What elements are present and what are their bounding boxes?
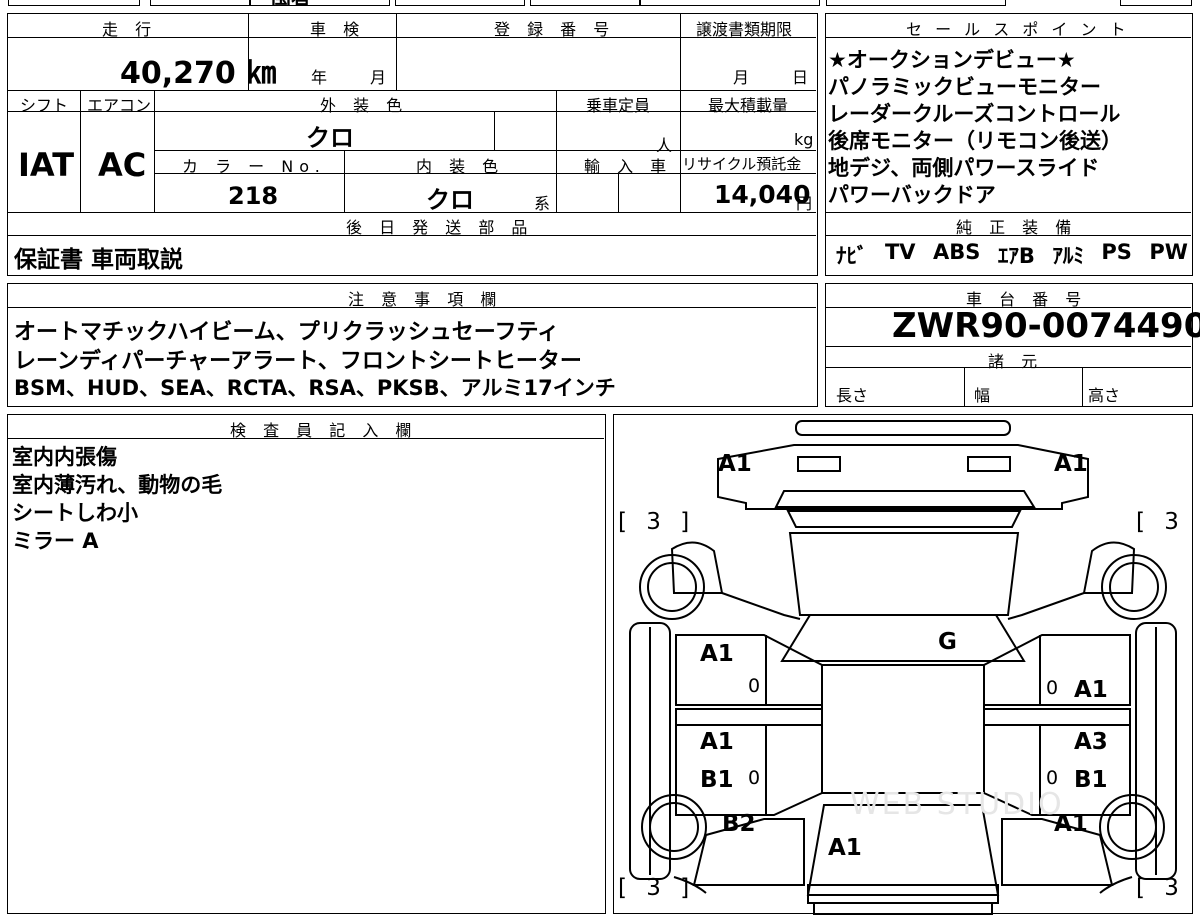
diag-front-right: A1 bbox=[1054, 451, 1088, 477]
spec-height: 高さ bbox=[1088, 386, 1121, 405]
equipment-item: TV bbox=[884, 240, 916, 264]
diag-right-rear-door-2: B1 bbox=[1074, 767, 1108, 793]
notes-box: 注 意 事 項 欄 オートマチックハイビーム、プリクラッシュセーフティ レーンデ… bbox=[7, 283, 818, 407]
diag-left-front-door: A1 bbox=[700, 641, 734, 667]
spec-length: 長さ bbox=[836, 386, 869, 405]
equipment-item: PW bbox=[1149, 240, 1188, 264]
capacity-header: 乗車定員 bbox=[586, 96, 651, 115]
diag-tire-fr: [ 3 ] bbox=[1136, 509, 1200, 535]
sales-points-header: セ ー ル ス ポ イ ン ト bbox=[906, 20, 1130, 39]
diag-right-rear-door-1: A3 bbox=[1074, 729, 1108, 755]
deferred-parts-value: 保証書 車両取説 bbox=[14, 247, 184, 273]
sales-point-line: レーダークルーズコントロール bbox=[828, 102, 1121, 126]
diag-tire-fl: [ 3 ] bbox=[618, 509, 696, 535]
inspector-line: 室内薄汚れ、動物の毛 bbox=[12, 473, 223, 497]
diag-tire-rr: [ 3 ] bbox=[1136, 875, 1200, 901]
color-no-value: 218 bbox=[228, 182, 279, 210]
shaken-month: 月 bbox=[370, 68, 387, 87]
chassis-no-value: ZWR90-0074490 bbox=[892, 306, 1200, 346]
shift-value: IAT bbox=[18, 146, 75, 184]
watermark: WEB STUDIO bbox=[850, 787, 1064, 822]
sales-point-line: パノラミックビューモニター bbox=[828, 75, 1101, 99]
diag-roof-rear: A1 bbox=[828, 835, 862, 861]
note-line: レーンディパーチャーアラート、フロントシートヒーター bbox=[14, 349, 582, 374]
notes-header: 注 意 事 項 欄 bbox=[348, 290, 503, 309]
aircon-value: AC bbox=[98, 146, 147, 184]
sales-point-line: パワーバックドア bbox=[828, 183, 996, 207]
int-color-suffix: 系 bbox=[534, 194, 551, 213]
int-color-value: クロ bbox=[426, 186, 474, 214]
ext-color-header: 外 装 色 bbox=[320, 96, 409, 115]
import-header: 輸 入 車 bbox=[584, 157, 673, 176]
equipment-item: PS bbox=[1101, 240, 1132, 264]
shaken-year: 年 bbox=[311, 68, 328, 87]
recycle-unit: 円 bbox=[796, 194, 813, 213]
sales-point-line: ★オークションデビュー★ bbox=[828, 48, 1076, 72]
diag-right-front-door: A1 bbox=[1074, 677, 1108, 703]
standard-equipment-header: 純 正 装 備 bbox=[956, 218, 1078, 237]
inspector-header: 検 査 員 記 入 欄 bbox=[230, 421, 418, 440]
equipment-item: ｱﾙﾐ bbox=[1052, 244, 1084, 268]
deferred-parts-header: 後 日 発 送 部 品 bbox=[346, 218, 534, 237]
equipment-item: ﾅﾋﾞ bbox=[836, 244, 868, 268]
diag-right-rear-door-zero: 0 bbox=[1046, 767, 1059, 789]
diag-left-rear-fender: B2 bbox=[722, 811, 756, 837]
standard-equipment-list: ﾅﾋﾞ TV ABS ｴｱB ｱﾙﾐ PS PW bbox=[836, 240, 1188, 270]
specs-header: 諸 元 bbox=[988, 352, 1044, 371]
diag-windshield: G bbox=[938, 629, 957, 655]
shift-header: シフト bbox=[20, 96, 69, 115]
reg-no-header: 登 録 番 号 bbox=[494, 20, 616, 39]
chassis-box: 車 台 番 号 ZWR90-0074490 諸 元 長さ 幅 高さ bbox=[825, 283, 1200, 407]
shaken-header: 車 検 bbox=[310, 20, 366, 39]
diag-front-left: A1 bbox=[718, 451, 752, 477]
inspector-line: ミラー A bbox=[12, 529, 99, 553]
inspector-line: シートしわ小 bbox=[12, 501, 138, 525]
equipment-item: ABS bbox=[933, 240, 981, 264]
vehicle-info-grid: 走 行 車 検 登 録 番 号 譲渡書類期限 40,270 ㎞ 年 月 月 日 … bbox=[7, 13, 818, 276]
sales-point-line: 後席モニター（リモコン後送） bbox=[828, 129, 1122, 153]
top-fragment: 国有 bbox=[271, 0, 311, 5]
transfer-deadline-header: 譲渡書類期限 bbox=[696, 20, 793, 39]
note-line: BSM、HUD、SEA、RCTA、RSA、PKSB、アルミ17インチ bbox=[14, 376, 616, 400]
color-no-header: カ ラ ー No. bbox=[182, 157, 326, 176]
sales-point-line: 地デジ、両側パワースライド bbox=[828, 156, 1100, 180]
diag-left-rear-door-1: A1 bbox=[700, 729, 734, 755]
aircon-header: エアコン bbox=[87, 96, 152, 115]
mileage-value: 40,270 ㎞ bbox=[120, 56, 277, 91]
top-strip: 国有 bbox=[0, 0, 1200, 6]
ext-color-value: クロ bbox=[306, 124, 354, 152]
note-line: オートマチックハイビーム、プリクラッシュセーフティ bbox=[14, 320, 560, 345]
equipment-item: ｴｱB bbox=[997, 244, 1035, 268]
diag-tire-rl: [ 3 ] bbox=[618, 875, 696, 901]
diag-left-rear-door-2: B1 bbox=[700, 767, 734, 793]
max-load-unit: kg bbox=[794, 130, 814, 149]
inspector-box: 検 査 員 記 入 欄 室内内張傷 室内薄汚れ、動物の毛 シートしわ小 ミラー … bbox=[7, 414, 606, 914]
transfer-day: 日 bbox=[792, 68, 809, 87]
diag-right-front-door-zero: 0 bbox=[1046, 677, 1059, 699]
spec-width: 幅 bbox=[974, 386, 991, 405]
transfer-month: 月 bbox=[733, 68, 750, 87]
int-color-header: 内 装 色 bbox=[416, 157, 505, 176]
recycle-header: リサイクル預託金 bbox=[682, 155, 802, 173]
sales-points-box: セ ー ル ス ポ イ ン ト ★オークションデビュー★ パノラミックビューモニ… bbox=[825, 13, 1193, 276]
diag-left-front-door-zero: 0 bbox=[748, 675, 761, 697]
max-load-header: 最大積載量 bbox=[708, 96, 789, 115]
inspector-line: 室内内張傷 bbox=[12, 445, 117, 469]
mileage-header: 走 行 bbox=[102, 20, 158, 39]
car-diagram-box: A1 A1 [ 3 ] [ 3 ] G A1 0 A1 0 A1 B1 0 A3… bbox=[613, 414, 1200, 915]
diag-left-rear-door-zero: 0 bbox=[748, 767, 761, 789]
